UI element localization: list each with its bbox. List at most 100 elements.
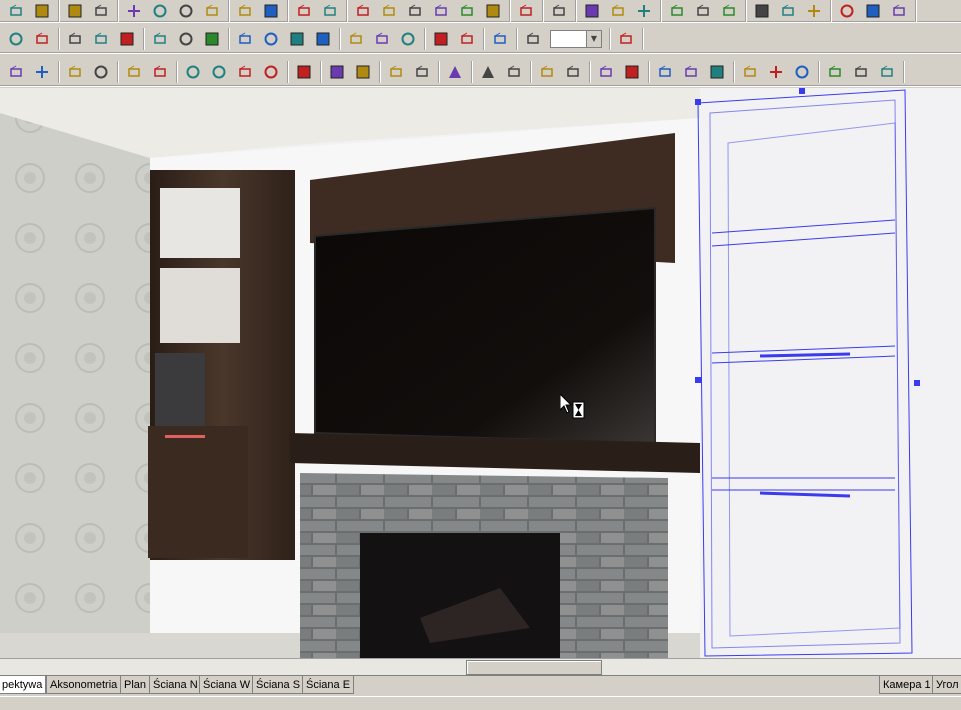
dimension-button[interactable] [430,0,452,22]
horizontal-scrollbar[interactable] [0,658,961,675]
align-obj-right-button[interactable] [503,61,525,83]
tab-perspective[interactable]: pektywa [0,676,47,694]
scale-button[interactable] [260,61,282,83]
group-button[interactable] [90,61,112,83]
zoom-combo[interactable]: ▼ [550,29,602,48]
grid-c-button[interactable] [888,0,910,22]
properties-button[interactable] [31,0,53,22]
tab-wall-n[interactable]: Ściana N [149,676,202,694]
grid-b-button[interactable] [862,0,884,22]
align-left-button[interactable] [581,0,603,22]
3d-viewport[interactable] [0,88,961,658]
target-red-button[interactable] [489,28,511,50]
zoom-page-button[interactable] [378,0,400,22]
settings-button[interactable] [293,0,315,22]
align-obj-bottom-button[interactable] [562,61,584,83]
box-solid-button[interactable] [116,28,138,50]
material-ball-button[interactable] [175,28,197,50]
tool-a-button[interactable] [751,0,773,22]
lifebuoy-button[interactable] [444,61,466,83]
copy-button[interactable] [149,0,171,22]
scrollbar-thumb[interactable] [466,660,602,675]
light-button[interactable] [201,28,223,50]
view-eye-button[interactable] [385,61,407,83]
tab-plan[interactable]: Plan [120,676,151,694]
tab-wall-w[interactable]: Ściana W [199,676,255,694]
dist-b-button[interactable] [680,61,702,83]
tool-c-button[interactable] [803,0,825,22]
distribute-top-button[interactable] [666,0,688,22]
snap-angle-button[interactable] [397,28,419,50]
layer-b-button[interactable] [850,61,872,83]
tab-wall-e[interactable]: Ściana E [302,676,355,694]
grid-a-button[interactable] [836,0,858,22]
dist-c-button[interactable] [706,61,728,83]
delete-button[interactable] [201,0,223,22]
align-obj-top-button[interactable] [536,61,558,83]
pen-button[interactable] [31,61,53,83]
box-side-button[interactable] [90,28,112,50]
box-front-button[interactable] [64,28,86,50]
zoom-out-button[interactable] [615,28,637,50]
rotate-y-button[interactable] [149,61,171,83]
calculator-button[interactable] [352,0,374,22]
hide-other-button[interactable] [352,61,374,83]
snap-edge-button[interactable] [371,28,393,50]
dist-f-button[interactable] [791,61,813,83]
cube-blue-button[interactable] [5,28,27,50]
offset-icon [296,64,312,80]
chevron-down-icon[interactable]: ▼ [586,30,601,47]
mirror-button[interactable] [234,61,256,83]
offset-button[interactable] [293,61,315,83]
tab-axonometry[interactable]: Aksonometria [46,676,122,694]
measure-button[interactable] [234,28,256,50]
tab-camera[interactable]: Камера 1 [879,676,935,694]
paste-button[interactable] [175,0,197,22]
grid-red-button[interactable] [286,28,308,50]
mail-button[interactable] [548,0,570,22]
render-button[interactable] [482,0,504,22]
lightbulb-button[interactable] [456,0,478,22]
magnet-button[interactable] [430,28,452,50]
undo-button[interactable] [234,0,256,22]
eye-button[interactable] [312,28,334,50]
target-button[interactable] [456,28,478,50]
frame-button[interactable] [64,61,86,83]
ruler-button[interactable] [260,28,282,50]
rotate-button[interactable] [182,61,204,83]
snap-point-button[interactable] [345,28,367,50]
align-center-button[interactable] [607,0,629,22]
row1-group [661,0,746,22]
cube-dark-button[interactable] [31,28,53,50]
layer-c-button[interactable] [876,61,898,83]
sum-button[interactable] [515,0,537,22]
text-button[interactable] [149,28,171,50]
rotate-x-button[interactable] [123,61,145,83]
print-button[interactable] [64,0,86,22]
select-arrow-button[interactable] [5,61,27,83]
tab-corner[interactable]: Угол [932,676,961,694]
save-button[interactable] [5,0,27,22]
dist-e-button[interactable] [765,61,787,83]
distribute-middle-button[interactable] [692,0,714,22]
cut-button[interactable] [123,0,145,22]
unlink-button[interactable] [621,61,643,83]
tool-b-button[interactable] [777,0,799,22]
dist-a-button[interactable] [654,61,676,83]
dist-d-button[interactable] [739,61,761,83]
redo-button[interactable] [260,0,282,22]
fit-button[interactable] [404,0,426,22]
checklist-button[interactable] [319,0,341,22]
link-button[interactable] [595,61,617,83]
hide-button[interactable] [326,61,348,83]
move-button[interactable] [208,61,230,83]
distribute-bottom-button[interactable] [718,0,740,22]
align-right-button[interactable] [633,0,655,22]
scale-icon [263,64,279,80]
zoom-in-button[interactable] [522,28,544,50]
tab-wall-s[interactable]: Ściana S [252,676,305,694]
align-obj-left-button[interactable] [477,61,499,83]
layer-a-button[interactable] [824,61,846,83]
view-eye2-button[interactable] [411,61,433,83]
print-preview-button[interactable] [90,0,112,22]
